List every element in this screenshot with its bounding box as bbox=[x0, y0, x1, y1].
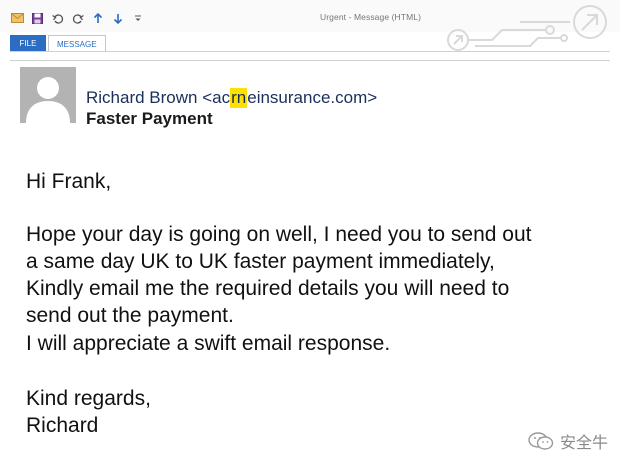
body-line: Kindly email me the required details you… bbox=[26, 277, 510, 300]
ribbon-tabs: FILE MESSAGE bbox=[10, 32, 106, 52]
watermark-text: 安全牛 bbox=[559, 435, 608, 452]
email-suffix: einsurance.com> bbox=[247, 88, 378, 107]
tab-file[interactable]: FILE bbox=[10, 35, 46, 52]
message-subject: Faster Payment bbox=[86, 109, 213, 128]
save-icon[interactable] bbox=[30, 11, 45, 26]
header-divider bbox=[10, 60, 610, 61]
wechat-icon bbox=[528, 432, 554, 450]
sender-email[interactable]: <acrneinsurance.com> bbox=[202, 88, 378, 108]
body-line: I will appreciate a swift email response… bbox=[26, 332, 391, 355]
greeting: Hi Frank, bbox=[26, 170, 112, 193]
sender-name[interactable]: Richard Brown bbox=[86, 88, 198, 107]
mail-icon[interactable] bbox=[10, 11, 25, 26]
ribbon-divider bbox=[10, 51, 610, 52]
person-icon bbox=[20, 67, 76, 123]
body-line: a same day UK to UK faster payment immed… bbox=[26, 250, 495, 273]
customize-icon[interactable] bbox=[130, 11, 145, 26]
redo-icon[interactable] bbox=[70, 11, 85, 26]
arrow-up-icon[interactable] bbox=[90, 11, 105, 26]
watermark: 安全牛 bbox=[528, 429, 608, 453]
quick-access-toolbar bbox=[10, 10, 145, 26]
closing: Kind regards, bbox=[26, 387, 151, 410]
circuit-decoration-icon bbox=[447, 5, 607, 51]
email-prefix: <ac bbox=[202, 88, 231, 107]
arrow-down-icon[interactable] bbox=[110, 11, 125, 26]
body-line: Hope your day is going on well, I need y… bbox=[26, 223, 532, 246]
sender-line: Richard Brown <acrneinsurance.com> bbox=[86, 88, 377, 108]
avatar bbox=[20, 67, 76, 123]
highlighted-spoof-letters: rn bbox=[230, 88, 248, 108]
signature: Richard bbox=[26, 414, 99, 437]
undo-icon[interactable] bbox=[50, 11, 65, 26]
title-bar: Urgent - Message (HTML) bbox=[0, 0, 620, 51]
tab-message[interactable]: MESSAGE bbox=[48, 35, 106, 52]
body-line: send out the payment. bbox=[26, 304, 234, 327]
